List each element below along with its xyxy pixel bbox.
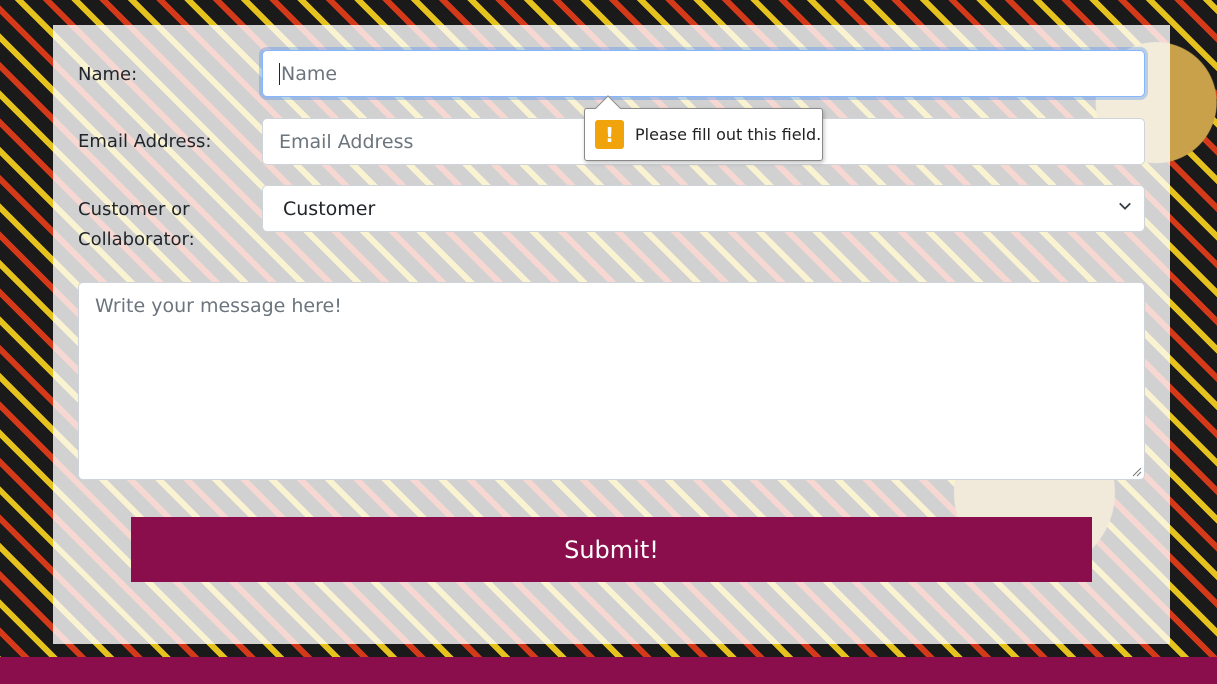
name-input[interactable]: Name: [262, 50, 1145, 97]
name-label: Name:: [78, 64, 138, 85]
email-placeholder: Email Address: [279, 130, 414, 153]
role-label-line2: Collaborator:: [78, 229, 195, 250]
message-placeholder: Write your message here!: [95, 295, 342, 317]
resize-grip-icon[interactable]: [1132, 467, 1142, 477]
email-label: Email Address:: [78, 131, 212, 152]
message-textarea[interactable]: Write your message here!: [78, 282, 1145, 480]
warning-icon: !: [595, 120, 624, 149]
role-label-line1: Customer or: [78, 199, 190, 220]
role-select[interactable]: Customer: [262, 185, 1145, 232]
footer-bar: [0, 657, 1217, 684]
validation-tooltip: ! Please fill out this field.: [584, 95, 823, 161]
tooltip-message: Please fill out this field.: [635, 125, 822, 144]
submit-button[interactable]: Submit!: [131, 517, 1092, 582]
role-selected-value: Customer: [283, 197, 376, 220]
name-placeholder: Name: [281, 62, 338, 85]
text-caret: [279, 62, 280, 85]
chevron-down-icon: [1119, 202, 1131, 210]
